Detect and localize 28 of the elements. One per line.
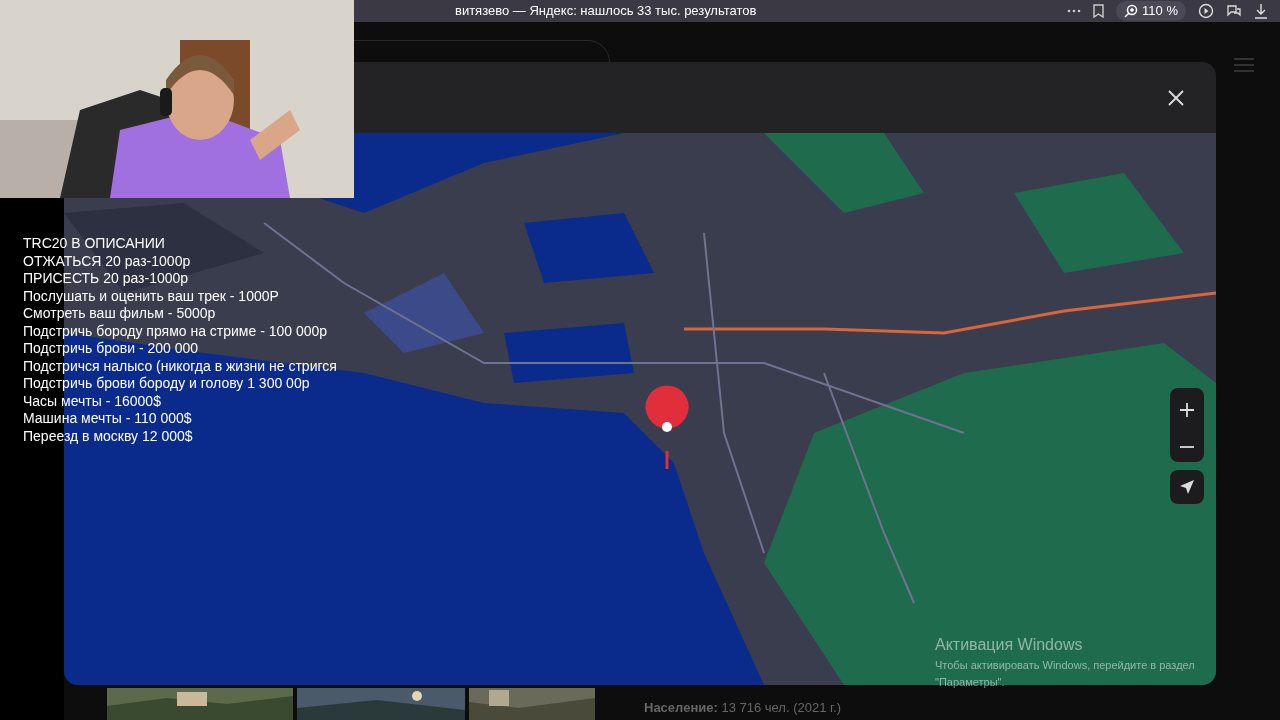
zoom-button[interactable]: 110 % <box>1116 1 1186 21</box>
overlay-text-line: Подстричся налысо (никогда в жизни не стригся <box>23 357 337 375</box>
play-icon[interactable] <box>1198 3 1214 19</box>
overlay-text-line: ОТЖАТЬСЯ 20 раз-1000р <box>23 252 191 270</box>
population-text: Население: 13 716 чел. (2021 г.) <box>644 699 842 717</box>
window-title: витязево — Яндекс: нашлось 33 тыс. результатов <box>455 2 757 21</box>
zoom-out-icon[interactable] <box>1180 445 1194 448</box>
activation-text: "Параметры". <box>935 674 1006 690</box>
overlay-text-line: Подстричь бороду прямо на стриме - 100 000р <box>23 322 328 340</box>
overlay-text-line: Смотреть ваш фильм - 5000р <box>23 305 216 323</box>
overlay-text-line: Подстричь брови - 200 000 <box>23 340 199 358</box>
overlay-text-line: TRC20 В ОПИСАНИИ <box>23 235 165 253</box>
navigation-arrow-icon <box>1179 479 1195 495</box>
overlay-text-line: Переезд в москву 12 000$ <box>23 427 193 445</box>
download-icon[interactable] <box>1254 3 1268 19</box>
zoom-in-icon[interactable] <box>1180 402 1194 417</box>
overlay-text-line: Послушать и оценить ваш трек - 1000Р <box>23 287 279 305</box>
overlay-text-line: Подстричь брови бороду и голову 1 300 00р <box>23 375 310 393</box>
close-icon[interactable] <box>1168 89 1184 106</box>
overlay-text-line: Машина мечты - 110 000$ <box>23 410 192 428</box>
more-icon[interactable] <box>1067 9 1082 13</box>
activation-text: Чтобы активировать Windows, перейдите в раздел <box>935 658 1195 673</box>
chat-icon[interactable] <box>1226 3 1242 19</box>
bookmark-icon[interactable] <box>1093 4 1105 18</box>
activation-title: Активация Windows <box>935 635 1084 655</box>
locate-button[interactable] <box>1170 470 1204 504</box>
overlay-text-line: ПРИСЕСТЬ 20 раз-1000р <box>23 270 189 288</box>
zoom-icon <box>1124 4 1139 18</box>
